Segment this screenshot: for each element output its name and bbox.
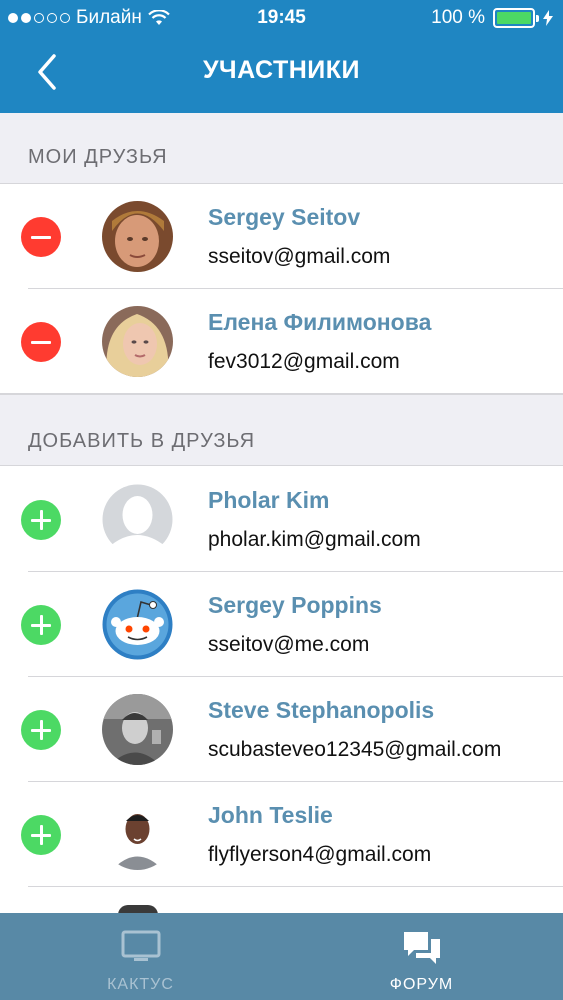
member-email: flyflyerson4@gmail.com [208, 843, 432, 866]
tab-label: ФОРУМ [389, 976, 454, 993]
section-header-my-friends: МОИ ДРУЗЬЯ [0, 113, 563, 184]
remove-friend-button[interactable] [21, 322, 61, 362]
avatar [102, 589, 173, 660]
chat-bubbles-icon [403, 932, 440, 964]
tab-bar: КАКТУС ФОРУМ [0, 913, 563, 1000]
charging-icon [543, 10, 553, 26]
member-name: Елена Филимонова [208, 309, 432, 335]
list-item[interactable]: Sergey Seitov sseitov@gmail.com [0, 184, 563, 289]
tab-kaktus[interactable]: КАКТУС [0, 913, 281, 1000]
member-email: sseitov@me.com [208, 633, 370, 656]
navigation-bar: Билайн 19:45 100 % УЧАСТНИКИ [0, 0, 563, 113]
list-item[interactable]: Sergey Poppins sseitov@me.com [0, 572, 563, 677]
avatar [102, 201, 173, 272]
member-email: fev3012@gmail.com [208, 350, 400, 373]
add-friends-list: Pholar Kim pholar.kim@gmail.com Sergey P… [0, 467, 563, 887]
member-name: Sergey Poppins [208, 592, 382, 618]
member-name: Steve Stephanopolis [208, 697, 435, 723]
member-email: sseitov@gmail.com [208, 245, 391, 268]
add-friend-button[interactable] [21, 500, 61, 540]
tv-icon [121, 930, 160, 961]
page-title: УЧАСТНИКИ [202, 56, 360, 84]
list-item[interactable]: Steve Stephanopolis scubasteveo12345@gma… [0, 677, 563, 782]
list-item[interactable]: Pholar Kim pholar.kim@gmail.com [0, 467, 563, 572]
member-email: pholar.kim@gmail.com [208, 528, 421, 551]
battery-percent: 100 % [431, 7, 485, 28]
friends-list: Sergey Seitov sseitov@gmail.com Елена Фи… [0, 184, 563, 394]
tab-label: КАКТУС [107, 976, 174, 993]
status-right: 100 % [431, 7, 553, 29]
member-name: Pholar Kim [208, 487, 330, 513]
status-bar: Билайн 19:45 100 % [0, 0, 563, 36]
member-name: Sergey Seitov [208, 204, 361, 230]
member-name: John Teslie [208, 802, 333, 828]
tab-forum[interactable]: ФОРУМ [281, 913, 562, 1000]
avatar [102, 306, 173, 377]
list-item[interactable]: John Teslie flyflyerson4@gmail.com [0, 782, 563, 887]
section-header-add-friends: ДОБАВИТЬ В ДРУЗЬЯ [0, 394, 563, 466]
remove-friend-button[interactable] [21, 217, 61, 257]
member-email: scubasteveo12345@gmail.com [208, 738, 502, 761]
avatar-placeholder-icon [102, 484, 173, 555]
add-friend-button[interactable] [21, 605, 61, 645]
add-friend-button[interactable] [21, 710, 61, 750]
avatar [102, 694, 173, 765]
add-friend-button[interactable] [21, 815, 61, 855]
battery-icon [493, 8, 539, 28]
avatar [102, 799, 173, 870]
list-item[interactable]: Елена Филимонова fev3012@gmail.com [0, 289, 563, 394]
